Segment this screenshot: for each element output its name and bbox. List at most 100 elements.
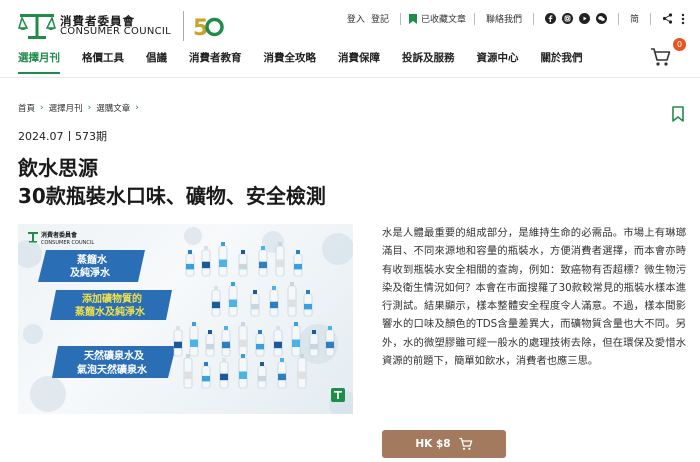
more-vertical-icon[interactable]	[680, 13, 686, 25]
article-title-line2: 30款瓶裝水口味、礦物、安全檢測	[18, 184, 326, 208]
contact-link[interactable]: 聯絡我們	[486, 12, 522, 25]
chevron-right-icon: ›	[135, 103, 139, 113]
cart-icon	[651, 48, 671, 66]
divider	[399, 12, 401, 25]
bottle-label	[278, 373, 286, 381]
bottle-cap	[241, 354, 245, 358]
bottle-label	[184, 371, 192, 379]
bottle-label	[258, 375, 266, 382]
facebook-icon[interactable]	[544, 13, 556, 24]
bottle-label	[222, 341, 230, 349]
bottle-label	[202, 375, 210, 382]
bottle-cap	[290, 282, 294, 286]
chevron-right-icon: ›	[87, 103, 92, 113]
bottle-label	[274, 341, 282, 349]
share-icon[interactable]	[662, 13, 673, 24]
bottle-cap	[221, 242, 225, 246]
bottle-label	[259, 261, 267, 269]
bottle-cap	[253, 290, 257, 294]
issue-number: 573期	[75, 130, 107, 143]
bottle-cap	[312, 330, 316, 334]
divider	[650, 12, 651, 25]
breadcrumb-choice-magazine[interactable]: 選擇月刊	[49, 102, 83, 114]
youtube-icon[interactable]	[578, 13, 590, 24]
cart-button[interactable]: 0	[650, 38, 686, 70]
bottle-label	[288, 299, 296, 307]
bottle-cap	[204, 362, 208, 366]
nav-item-choice-magazine[interactable]: 選擇月刊	[18, 50, 60, 74]
language-switch[interactable]: 简	[630, 12, 639, 25]
site-logo[interactable]: 消費者委員會 CONSUMER COUNCIL 5	[18, 10, 224, 42]
cover-label-mineral-added-line1: 添加礦物質的	[82, 292, 142, 305]
nav-item-complaints[interactable]: 投訴及服務	[402, 50, 455, 73]
price-label: HK $8	[415, 438, 451, 450]
logo-name-cn: 消費者委員會	[60, 13, 135, 28]
nav-item-consumer-education[interactable]: 消費者教育	[189, 50, 242, 73]
logo-divider	[183, 11, 185, 41]
nav-item-price-tools[interactable]: 格價工具	[82, 50, 124, 73]
bottle-label	[239, 339, 247, 347]
bottle-cap	[192, 322, 196, 326]
bottle-cap	[261, 246, 265, 250]
cover-label-distilled-line2: 及純淨水	[70, 266, 111, 279]
bottle-label	[174, 341, 182, 349]
register-link[interactable]: 登記	[371, 12, 389, 25]
article-cover-image: 消費者委員會 CONSUMER COUNCIL 蒸餾水 及純淨水 添加礦物質的 …	[18, 224, 353, 414]
main-nav: 選擇月刊 格價工具 倡議 消費者教育 消費全攻略 消費保障 投訴及服務 資源中心…	[18, 50, 605, 74]
wechat-icon[interactable]	[595, 13, 607, 24]
bottle-label	[190, 339, 198, 347]
bottle-label	[270, 301, 278, 309]
article-title: 飲水思源 30款瓶裝水口味、礦物、安全檢測	[18, 154, 326, 210]
bottle-label	[219, 259, 227, 267]
cart-count-badge: 0	[673, 38, 686, 51]
bottle-label	[326, 341, 334, 349]
bottle-label	[292, 339, 300, 347]
logo-name-en: CONSUMER COUNCIL	[60, 25, 172, 37]
issue-info: 2024.07 573期	[18, 128, 107, 144]
nav-item-consumer-protection[interactable]: 消費保障	[338, 50, 380, 73]
bottle-cap	[241, 250, 245, 254]
cover-label-distilled-line1: 蒸餾水	[77, 253, 108, 266]
bottle-cap	[280, 358, 284, 362]
breadcrumb-shopping-articles[interactable]: 選購文章	[96, 102, 130, 114]
bottle-cap	[222, 358, 226, 362]
issue-date: 2024.07	[18, 130, 64, 143]
article-summary: 水是人體最重要的組成部分，是維持生命的必需品。市場上有琳瑯滿目、不同來源地和容量…	[382, 227, 686, 368]
divider	[68, 131, 70, 141]
breadcrumb: 首頁 › 選擇月刊 › 選購文章 ›	[18, 102, 144, 114]
bottle-label	[294, 263, 302, 270]
cover-logo-cn: 消費者委員會	[41, 231, 78, 239]
bottle-cap	[231, 282, 235, 286]
bottle-cap	[260, 362, 264, 366]
article-title-line1: 飲水思源	[18, 156, 98, 180]
bottle-label	[186, 263, 194, 270]
cover-label-mineral-water-line1: 天然礦泉水及	[84, 349, 145, 362]
nav-item-consumer-guide[interactable]: 消費全攻略	[264, 50, 317, 73]
bottle-label	[220, 373, 228, 381]
buy-article-button[interactable]: HK $8	[382, 430, 506, 458]
instagram-icon[interactable]	[561, 13, 573, 24]
top-utility-bar: 登入 登記 已收藏文章 聯絡我們 简	[344, 12, 686, 25]
bottle-cap	[241, 322, 245, 326]
bottle-label	[212, 301, 220, 309]
bottle-cap	[208, 330, 212, 334]
cart-icon	[459, 437, 472, 450]
cover-illustration: 消費者委員會 CONSUMER COUNCIL 蒸餾水 及純淨水 添加礦物質的 …	[18, 227, 353, 414]
login-link[interactable]: 登入	[347, 12, 365, 25]
bottle-label	[298, 371, 306, 379]
nav-item-advocacy[interactable]: 倡議	[146, 50, 167, 73]
bottle-label	[239, 371, 247, 379]
bottle-cap	[272, 286, 276, 290]
nav-item-about[interactable]: 關於我們	[541, 50, 583, 73]
bottle-cap	[294, 322, 298, 326]
nav-item-resources[interactable]: 資源中心	[477, 50, 519, 73]
breadcrumb-home[interactable]: 首頁	[18, 102, 35, 114]
bottle-cap	[224, 326, 228, 330]
bottle-cap	[188, 250, 192, 254]
bottle-rows	[173, 242, 335, 389]
bookmarked-articles-link[interactable]: 已收藏文章	[408, 12, 466, 25]
cover-logo-en: CONSUMER COUNCIL	[41, 240, 94, 246]
bottle-label	[239, 263, 247, 270]
bookmark-article-icon[interactable]	[672, 106, 684, 122]
bottle-cap	[306, 290, 310, 294]
